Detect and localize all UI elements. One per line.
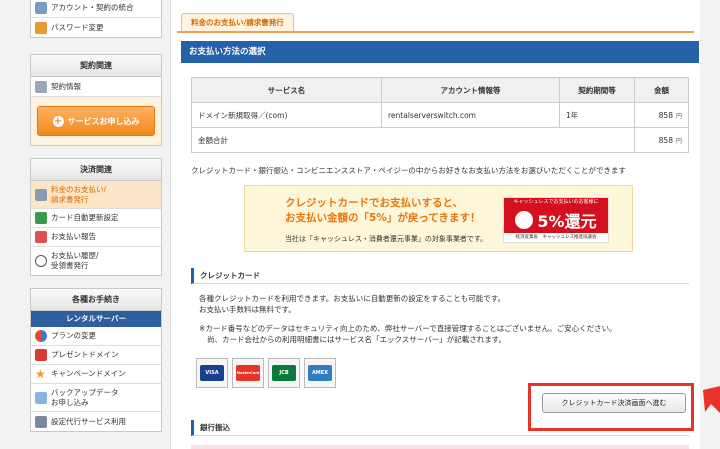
sidebar-item-present-domain[interactable]: プレゼントドメイン <box>31 346 161 365</box>
main-content: 料金のお支払い/請求書発行 お支払い方法の選択 サービス名 アカウント情報等 契… <box>170 0 720 449</box>
sidebar-item-payment-history[interactable]: お支払い履歴/ 受領書発行 <box>31 247 161 275</box>
banner-line1: クレジットカードでお支払いすると、 <box>285 197 464 209</box>
rental-server-subheading: レンタルサーバー <box>31 311 161 327</box>
sidebar-item-campaign-domain[interactable]: ★ キャンペーンドメイン <box>31 365 161 384</box>
payment-box: 決済関連 料金のお支払い/ 請求書発行 カード自動更新設定 お支払い報告 お支払… <box>30 158 162 276</box>
badge-percent: 5%還元 <box>537 212 597 231</box>
banner-subtext: 当社は「キャッシュレス・消費者還元事業」の対象事業者です。 <box>285 235 488 243</box>
cashless-logo-icon <box>515 211 534 229</box>
wrench-icon <box>35 415 47 428</box>
credit-card-heading: クレジットカード <box>191 268 689 284</box>
column-header: アカウント情報等 <box>381 77 560 103</box>
link-icon <box>35 2 47 14</box>
sidebar-item-payment-invoice[interactable]: 料金のお支払い/ 請求書発行 <box>31 181 161 209</box>
service-name-cell: ドメイン新規取得／(com) <box>191 102 382 128</box>
gift-icon <box>35 349 47 361</box>
clock-icon <box>35 255 47 267</box>
sidebar-item-password[interactable]: パスワード変更 <box>31 18 161 37</box>
credit-card-text-3: ※カード番号などのデータはセキュリティ向上のため、弊社サーバーで直接管理すること… <box>199 324 617 333</box>
column-header: 契約期間等 <box>559 77 635 103</box>
credit-card-text-4: 尚、カード会社からの利用明細書にはサービス名「エックスサーバー」が記載されます。 <box>207 335 506 344</box>
mastercard-logo: MasterCard <box>232 358 264 388</box>
sidebar-item-setup-service[interactable]: 設定代行サービス利用 <box>31 412 161 431</box>
credit-card-text-2: お支払い手数料は無料です。 <box>199 305 296 314</box>
period-cell: 1年 <box>559 102 635 128</box>
sidebar-item-backup-data[interactable]: バックアップデータ お申し込み <box>31 384 161 412</box>
star-icon: ★ <box>35 367 46 381</box>
amex-logo: AMEX <box>304 358 336 388</box>
table-header-row: サービス名 アカウント情報等 契約期間等 金額 <box>191 77 689 103</box>
badge-main: 5%還元 <box>504 207 608 233</box>
plus-icon: + <box>52 115 64 127</box>
badge-top-text: キャッシュレスでお支払いのお客様に <box>504 198 608 207</box>
sidebar-item-contract-info[interactable]: 契約情報 <box>31 77 161 96</box>
badge-bottom-text: 経済産業省 キャッシュレス推進協議会 <box>515 235 597 240</box>
column-header: 金額 <box>634 77 689 103</box>
jcb-logo: JCB <box>268 358 300 388</box>
card-icon <box>35 212 47 224</box>
column-header: サービス名 <box>191 77 382 103</box>
report-icon <box>35 231 47 243</box>
sidebar-item-account-merge[interactable]: アカウント・契約の統合 <box>31 0 161 18</box>
bank-transfer-heading: 銀行振込 <box>191 420 689 436</box>
tab-payment-invoice[interactable]: 料金のお支払い/請求書発行 <box>181 13 294 31</box>
section-title: お支払い方法の選択 <box>181 41 699 63</box>
total-amount-cell: 858 円 <box>634 127 689 153</box>
contract-heading: 契約関連 <box>31 55 161 77</box>
payment-heading: 決済関連 <box>31 159 161 181</box>
sidebar-item-payment-report[interactable]: お支払い報告 <box>31 228 161 247</box>
banner-line2: お支払い金額の「5%」が戻ってきます！ <box>285 212 481 224</box>
bank-section-strip <box>191 445 689 449</box>
account-cell: rentalserverswitch.com <box>381 102 560 128</box>
service-table: サービス名 アカウント情報等 契約期間等 金額 ドメイン新規取得／(com) r… <box>191 77 689 153</box>
visa-logo: VISA <box>196 358 228 388</box>
clipboard-icon <box>35 80 47 93</box>
procedures-heading: 各種お手続き <box>31 289 161 311</box>
cashless-banner: クレジットカードでお支払いすると、 お支払い金額の「5%」が戻ってきます！ 当社… <box>244 185 633 252</box>
table-row: ドメイン新規取得／(com) rentalserverswitch.com 1年… <box>191 102 689 128</box>
arrows-icon <box>35 330 47 342</box>
lock-icon <box>35 21 47 34</box>
credit-card-text-1: 各種クレジットカードを利用できます。お支払いに自動更新の設定をすることも可能です… <box>199 294 505 303</box>
sidebar-item-card-auto-renew[interactable]: カード自動更新設定 <box>31 209 161 228</box>
backup-icon <box>35 391 47 404</box>
procedures-box: 各種お手続き レンタルサーバー プランの変更 プレゼントドメイン ★ キャンペー… <box>30 288 162 432</box>
service-apply-button[interactable]: + サービスお申し込み <box>37 106 155 136</box>
sidebar-item-plan-change[interactable]: プランの変更 <box>31 327 161 346</box>
total-label: 金額合計 <box>191 127 635 153</box>
amount-cell: 858 円 <box>634 102 689 128</box>
total-row: 金額合計 858 円 <box>191 127 689 153</box>
arrow-pointer-icon <box>703 386 720 413</box>
cashless-badge: キャッシュレスでお支払いのお客様に 5%還元 経済産業省 キャッシュレス推進協議… <box>503 197 609 243</box>
sidebar: アカウント・契約の統合 パスワード変更 契約関連 契約情報 + サービスお申し込… <box>30 0 162 444</box>
apply-area: + サービスお申し込み <box>31 96 161 145</box>
account-box: アカウント・契約の統合 パスワード変更 <box>30 0 162 38</box>
invoice-icon <box>35 188 47 201</box>
credit-card-checkout-button[interactable]: クレジットカード決済画面へ進む <box>542 393 686 413</box>
payment-method-note: クレジットカード・銀行振込・コンビニエンスストア・ペイジーの中からお好きなお支払… <box>191 166 626 175</box>
tab-underline <box>177 31 694 33</box>
card-brand-logos: VISA MasterCard JCB AMEX <box>196 358 336 388</box>
contract-box: 契約関連 契約情報 + サービスお申し込み <box>30 54 162 146</box>
